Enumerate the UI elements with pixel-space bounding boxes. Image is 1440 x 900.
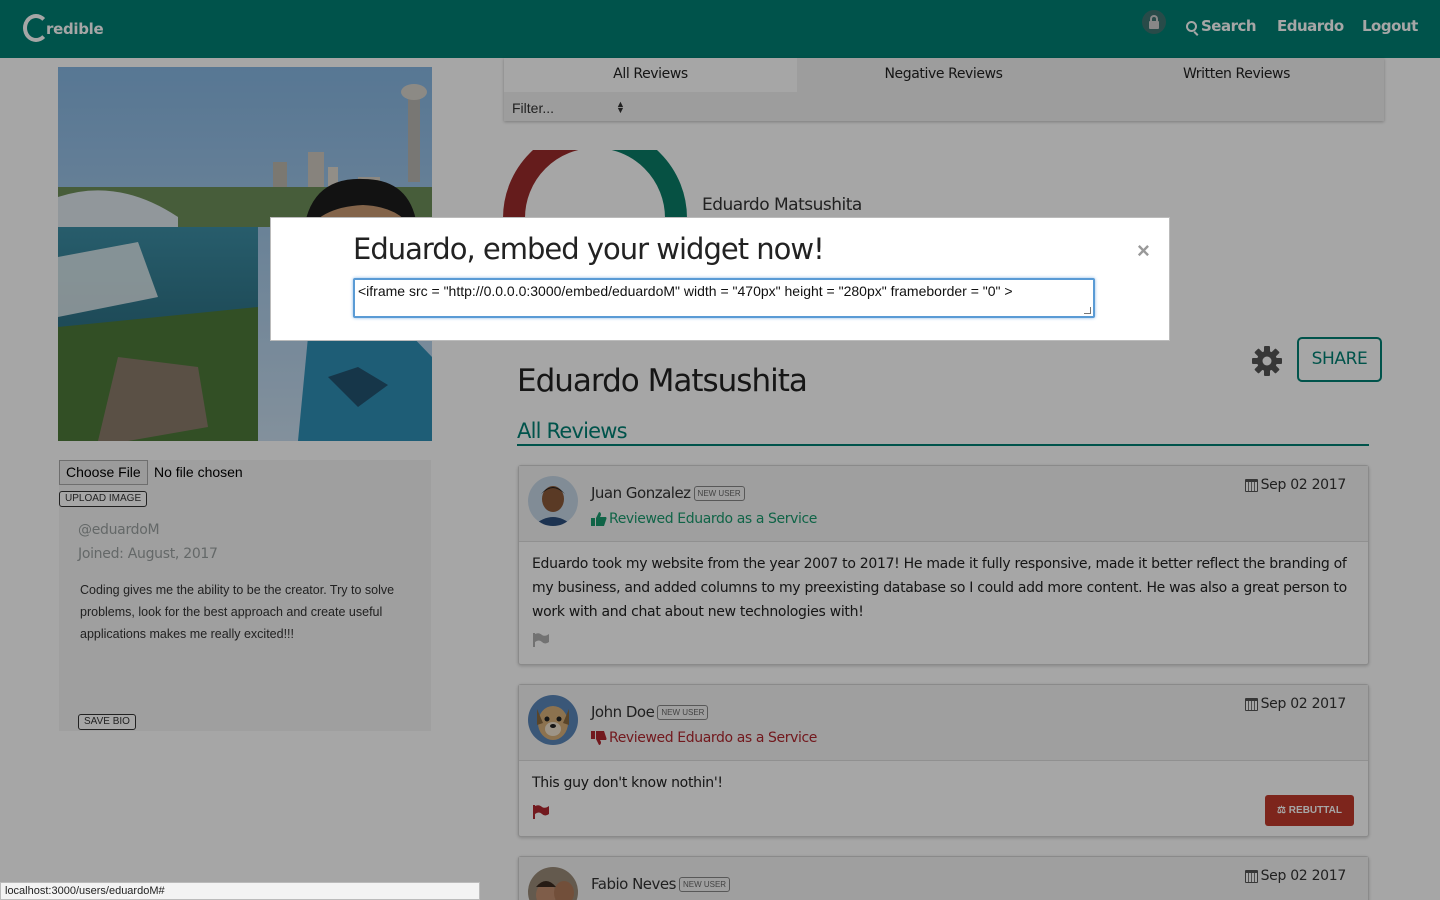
modal-backdrop[interactable] bbox=[0, 0, 1440, 900]
embed-code-text: <iframe src = "http://0.0.0.0:3000/embed… bbox=[358, 283, 1013, 299]
browser-status-bar: localhost:3000/users/eduardoM# bbox=[0, 882, 480, 900]
modal-title: Eduardo, embed your widget now! bbox=[353, 232, 825, 266]
close-icon[interactable]: × bbox=[1137, 238, 1150, 264]
embed-code-textarea[interactable]: <iframe src = "http://0.0.0.0:3000/embed… bbox=[353, 278, 1095, 318]
resize-handle[interactable] bbox=[1084, 307, 1091, 314]
embed-widget-modal: Eduardo, embed your widget now! × <ifram… bbox=[270, 217, 1170, 341]
